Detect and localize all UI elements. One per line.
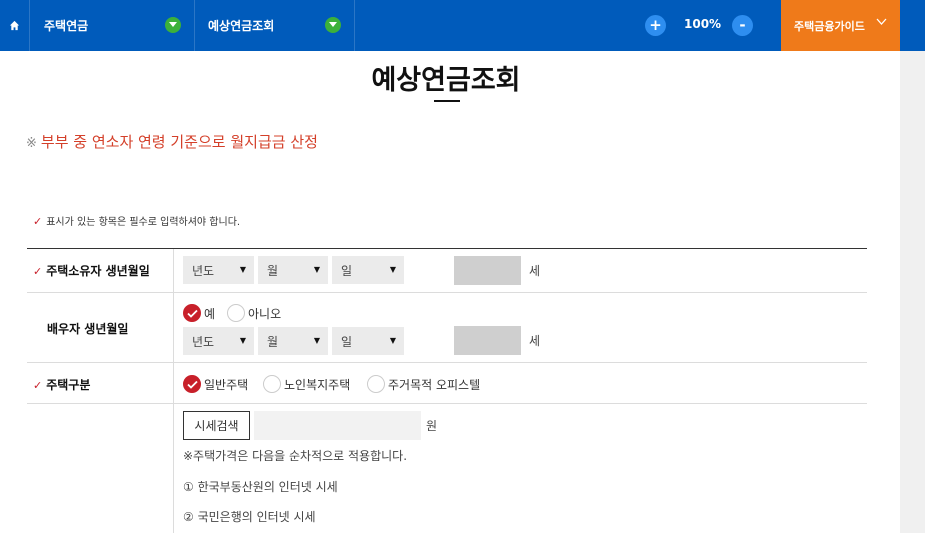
spouse-birth-day-select[interactable]: 일 ▼ <box>332 327 404 355</box>
caret-down-icon: ▼ <box>389 265 396 274</box>
radio-unchecked-icon <box>263 375 281 393</box>
spouse-no-radio[interactable]: 아니오 <box>227 304 281 322</box>
owner-birth-label-text: 주택소유자 생년월일 <box>46 264 150 278</box>
check-icon: ✓ <box>33 379 43 392</box>
house-type-label: ✓ 주택구분 <box>33 376 90 393</box>
year-select-value: 년도 <box>192 263 215 278</box>
owner-birth-label: ✓ 주택소유자 생년월일 <box>33 262 150 279</box>
spouse-birth-label: 배우자 생년월일 <box>47 322 129 336</box>
title-underline <box>434 100 460 102</box>
nav-menu-pension[interactable]: 주택연금 <box>31 0 195 51</box>
chevron-down-icon <box>165 17 181 33</box>
month-select-value: 월 <box>267 334 279 349</box>
house-price-input[interactable] <box>254 411 421 440</box>
zoom-out-button[interactable]: - <box>732 15 753 36</box>
notice-mark: ※ <box>26 136 37 151</box>
radio-unchecked-icon <box>367 375 385 393</box>
home-button[interactable] <box>0 0 30 51</box>
check-icon: ✓ <box>33 215 43 228</box>
radio-checked-icon <box>183 375 201 393</box>
top-nav-bar: 주택연금 예상연금조회 + 100% - 주택금융가이드 <box>0 0 925 51</box>
year-select-value: 년도 <box>192 334 215 349</box>
owner-birth-year-select[interactable]: 년도 ▼ <box>183 256 254 284</box>
price-info-heading: ※주택가격은 다음을 순차적으로 적용합니다. <box>183 449 408 463</box>
house-type-general-radio[interactable]: 일반주택 <box>183 375 248 393</box>
chevron-down-icon <box>325 17 341 33</box>
day-select-value: 일 <box>341 263 353 278</box>
house-type-senior-welfare-radio[interactable]: 노인복지주택 <box>263 375 350 393</box>
house-type-senior-welfare-label: 노인복지주택 <box>284 377 351 392</box>
housing-finance-guide-button[interactable]: 주택금융가이드 <box>781 0 900 51</box>
owner-birth-day-select[interactable]: 일 ▼ <box>332 256 404 284</box>
caret-down-icon: ▼ <box>239 336 246 345</box>
check-icon: ✓ <box>33 265 43 278</box>
month-select-value: 월 <box>267 263 279 278</box>
day-select-value: 일 <box>341 334 353 349</box>
notice-text: 부부 중 연소자 연령 기준으로 월지급금 산정 <box>40 133 318 151</box>
caret-down-icon: ▼ <box>313 265 320 274</box>
radio-checked-icon <box>183 304 201 322</box>
home-icon <box>9 20 20 31</box>
spouse-birth-year-select[interactable]: 년도 ▼ <box>183 327 254 355</box>
spouse-age-unit: 세 <box>529 334 541 348</box>
price-info-item: ① 한국부동산원의 인터넷 시세 <box>183 480 338 494</box>
house-type-officetel-radio[interactable]: 주거목적 오피스텔 <box>367 375 480 393</box>
spouse-yes-radio[interactable]: 예 <box>183 304 215 322</box>
chevron-down-icon <box>876 18 887 25</box>
nav-menu-pension-label: 주택연금 <box>44 19 89 33</box>
spouse-no-label: 아니오 <box>248 306 282 321</box>
row-divider <box>27 292 867 293</box>
form-top-border <box>27 248 867 249</box>
radio-unchecked-icon <box>227 304 245 322</box>
spouse-age-field <box>454 326 521 355</box>
nav-menu-estimate[interactable]: 예상연금조회 <box>195 0 355 51</box>
house-type-general-label: 일반주택 <box>204 377 249 392</box>
price-unit: 원 <box>426 419 438 433</box>
scrollbar[interactable] <box>900 51 925 533</box>
price-info-item: ② 국민은행의 인터넷 시세 <box>183 510 316 524</box>
required-note: ✓ 표시가 있는 항목은 필수로 입력하셔야 합니다. <box>33 213 240 228</box>
required-note-text: 표시가 있는 항목은 필수로 입력하셔야 합니다. <box>46 217 241 228</box>
column-divider <box>173 249 174 533</box>
zoom-level: 100% <box>684 17 722 31</box>
age-basis-notice: ※ 부부 중 연소자 연령 기준으로 월지급금 산정 <box>26 131 318 152</box>
owner-age-field <box>454 256 521 285</box>
spouse-yes-label: 예 <box>204 306 216 321</box>
owner-birth-month-select[interactable]: 월 ▼ <box>258 256 328 284</box>
house-type-label-text: 주택구분 <box>46 378 91 392</box>
owner-age-unit: 세 <box>529 264 541 278</box>
house-type-officetel-label: 주거목적 오피스텔 <box>388 377 481 392</box>
nav-menu-estimate-label: 예상연금조회 <box>208 19 275 33</box>
guide-label: 주택금융가이드 <box>794 19 865 33</box>
row-divider <box>27 403 867 404</box>
caret-down-icon: ▼ <box>389 336 396 345</box>
price-search-button[interactable]: 시세검색 <box>183 411 250 440</box>
spouse-birth-month-select[interactable]: 월 ▼ <box>258 327 328 355</box>
caret-down-icon: ▼ <box>239 265 246 274</box>
zoom-in-button[interactable]: + <box>645 15 666 36</box>
page-title: 예상연금조회 <box>371 65 521 96</box>
row-divider <box>27 362 867 363</box>
caret-down-icon: ▼ <box>313 336 320 345</box>
